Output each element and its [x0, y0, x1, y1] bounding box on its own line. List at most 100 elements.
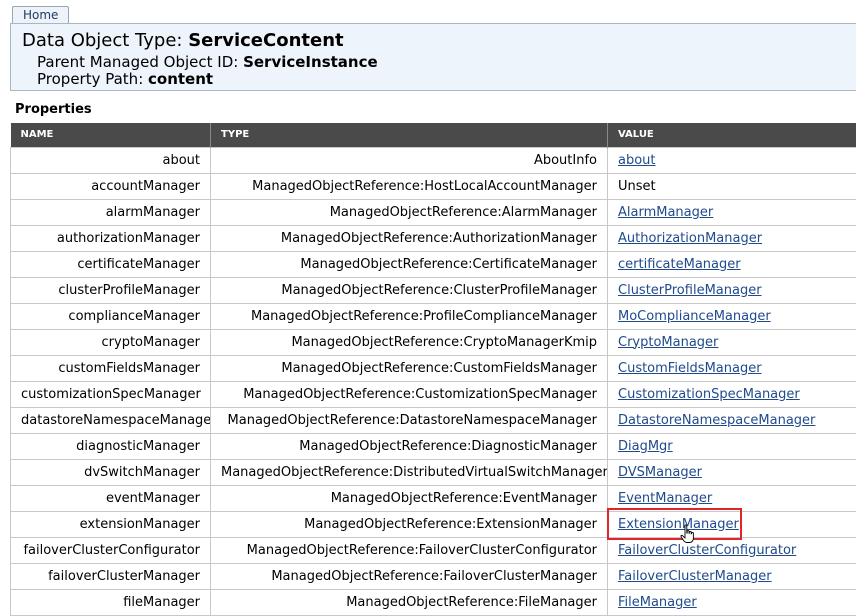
- property-type-cell: ManagedObjectReference:DiagnosticManager: [211, 433, 608, 459]
- property-type-cell: AboutInfo: [211, 147, 608, 173]
- property-name-cell: datastoreNamespaceManager: [11, 407, 211, 433]
- property-value-link[interactable]: AuthorizationManager: [618, 231, 762, 246]
- property-value-cell: AlarmManager: [608, 199, 856, 225]
- property-type-cell: ManagedObjectReference:CertificateManage…: [211, 251, 608, 277]
- column-header-type: TYPE: [211, 123, 608, 147]
- property-value-link[interactable]: DatastoreNamespaceManager: [618, 413, 815, 428]
- property-value-link[interactable]: FailoverClusterConfigurator: [618, 543, 796, 558]
- property-type-cell: ManagedObjectReference:ExtensionManager: [211, 511, 608, 537]
- property-name-cell: certificateManager: [11, 251, 211, 277]
- property-value-link[interactable]: FileManager: [618, 595, 697, 610]
- property-name-cell: alarmManager: [11, 199, 211, 225]
- home-tab[interactable]: Home: [12, 6, 69, 24]
- property-name-cell: complianceManager: [11, 303, 211, 329]
- page-header: Data Object Type: ServiceContent Parent …: [10, 23, 856, 91]
- property-type-cell: ManagedObjectReference:FailoverClusterMa…: [211, 563, 608, 589]
- table-row: cryptoManagerManagedObjectReference:Cryp…: [11, 329, 856, 355]
- property-type-cell: ManagedObjectReference:DistributedVirtua…: [211, 459, 608, 485]
- table-row: certificateManagerManagedObjectReference…: [11, 251, 856, 277]
- property-name-cell: customFieldsManager: [11, 355, 211, 381]
- property-name-cell: failoverClusterConfigurator: [11, 537, 211, 563]
- table-row: customizationSpecManagerManagedObjectRef…: [11, 381, 856, 407]
- property-type-cell: ManagedObjectReference:HostLocalAccountM…: [211, 173, 608, 199]
- property-type-cell: ManagedObjectReference:DatastoreNamespac…: [211, 407, 608, 433]
- property-type-cell: ManagedObjectReference:FailoverClusterCo…: [211, 537, 608, 563]
- properties-table: NAME TYPE VALUE aboutAboutInfoaboutaccou…: [10, 123, 856, 616]
- table-row: aboutAboutInfoabout: [11, 147, 856, 173]
- property-name-cell: customizationSpecManager: [11, 381, 211, 407]
- title-prefix: Data Object Type:: [22, 30, 188, 51]
- property-name-cell: clusterProfileManager: [11, 277, 211, 303]
- property-value-link[interactable]: CryptoManager: [618, 335, 718, 350]
- property-type-cell: ManagedObjectReference:EventManager: [211, 485, 608, 511]
- parent-object-line: Parent Managed Object ID: ServiceInstanc…: [37, 53, 378, 71]
- table-row: customFieldsManagerManagedObjectReferenc…: [11, 355, 856, 381]
- property-value-link[interactable]: ExtensionManager: [618, 517, 739, 532]
- property-name-cell: dvSwitchManager: [11, 459, 211, 485]
- property-type-cell: ManagedObjectReference:ClusterProfileMan…: [211, 277, 608, 303]
- table-row: failoverClusterConfiguratorManagedObject…: [11, 537, 856, 563]
- property-name-cell: about: [11, 147, 211, 173]
- property-value-link[interactable]: FailoverClusterManager: [618, 569, 772, 584]
- property-name-cell: authorizationManager: [11, 225, 211, 251]
- property-value-link[interactable]: CustomFieldsManager: [618, 361, 762, 376]
- table-row: failoverClusterManagerManagedObjectRefer…: [11, 563, 856, 589]
- page-title: Data Object Type: ServiceContent: [22, 30, 344, 52]
- column-header-name: NAME: [11, 123, 211, 147]
- property-value-cell: ExtensionManager: [608, 511, 856, 537]
- property-value-link[interactable]: EventManager: [618, 491, 712, 506]
- property-value-link[interactable]: DiagMgr: [618, 439, 673, 454]
- parent-value: ServiceInstance: [243, 53, 378, 71]
- table-row: diagnosticManagerManagedObjectReference:…: [11, 433, 856, 459]
- property-value-cell: CryptoManager: [608, 329, 856, 355]
- property-value-link[interactable]: ClusterProfileManager: [618, 283, 762, 298]
- property-path-line: Property Path: content: [37, 70, 213, 88]
- properties-heading: Properties: [15, 102, 92, 118]
- table-header-row: NAME TYPE VALUE: [11, 123, 856, 147]
- title-value: ServiceContent: [188, 30, 343, 51]
- property-name-cell: extensionManager: [11, 511, 211, 537]
- property-value-cell: DatastoreNamespaceManager: [608, 407, 856, 433]
- path-label: Property Path:: [37, 70, 148, 88]
- property-type-cell: ManagedObjectReference:CustomizationSpec…: [211, 381, 608, 407]
- property-value-cell: MoComplianceManager: [608, 303, 856, 329]
- property-value-link[interactable]: AlarmManager: [618, 205, 713, 220]
- path-value: content: [148, 70, 213, 88]
- table-row: datastoreNamespaceManagerManagedObjectRe…: [11, 407, 856, 433]
- property-value-link[interactable]: certificateManager: [618, 257, 741, 272]
- property-value-cell: AuthorizationManager: [608, 225, 856, 251]
- property-type-cell: ManagedObjectReference:ProfileCompliance…: [211, 303, 608, 329]
- table-row: fileManagerManagedObjectReference:FileMa…: [11, 589, 856, 615]
- property-value-cell: EventManager: [608, 485, 856, 511]
- table-row: eventManagerManagedObjectReference:Event…: [11, 485, 856, 511]
- property-value-cell: FileManager: [608, 589, 856, 615]
- property-value-link[interactable]: DVSManager: [618, 465, 702, 480]
- property-name-cell: cryptoManager: [11, 329, 211, 355]
- property-value-cell: FailoverClusterManager: [608, 563, 856, 589]
- property-value-cell: FailoverClusterConfigurator: [608, 537, 856, 563]
- property-value-link[interactable]: about: [618, 153, 656, 168]
- table-row: alarmManagerManagedObjectReference:Alarm…: [11, 199, 856, 225]
- table-row: clusterProfileManagerManagedObjectRefere…: [11, 277, 856, 303]
- table-row: dvSwitchManagerManagedObjectReference:Di…: [11, 459, 856, 485]
- property-name-cell: fileManager: [11, 589, 211, 615]
- property-type-cell: ManagedObjectReference:AlarmManager: [211, 199, 608, 225]
- property-value-cell: DVSManager: [608, 459, 856, 485]
- table-row: authorizationManagerManagedObjectReferen…: [11, 225, 856, 251]
- property-value-cell: about: [608, 147, 856, 173]
- column-header-value: VALUE: [608, 123, 856, 147]
- property-value-cell: DiagMgr: [608, 433, 856, 459]
- table-row: complianceManagerManagedObjectReference:…: [11, 303, 856, 329]
- property-value-cell: Unset: [608, 173, 856, 199]
- parent-label: Parent Managed Object ID:: [37, 53, 243, 71]
- property-type-cell: ManagedObjectReference:CryptoManagerKmip: [211, 329, 608, 355]
- property-value-cell: certificateManager: [608, 251, 856, 277]
- property-type-cell: ManagedObjectReference:AuthorizationMana…: [211, 225, 608, 251]
- property-name-cell: diagnosticManager: [11, 433, 211, 459]
- property-name-cell: eventManager: [11, 485, 211, 511]
- property-value-cell: CustomFieldsManager: [608, 355, 856, 381]
- property-value-link[interactable]: MoComplianceManager: [618, 309, 771, 324]
- property-value-link[interactable]: CustomizationSpecManager: [618, 387, 800, 402]
- table-row: extensionManagerManagedObjectReference:E…: [11, 511, 856, 537]
- property-value-cell: ClusterProfileManager: [608, 277, 856, 303]
